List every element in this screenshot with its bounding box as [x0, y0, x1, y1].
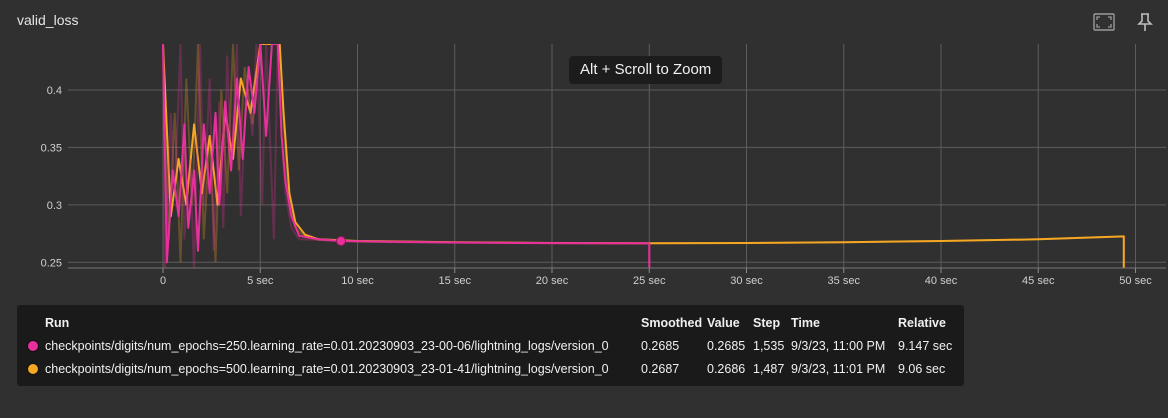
legend-row[interactable]: checkpoints/digits/num_epochs=500.learni… — [17, 358, 964, 380]
step-value: 1,535 — [753, 339, 785, 353]
y-tick-label: 0.35 — [41, 142, 62, 154]
x-tick-label: 0 — [160, 275, 166, 287]
chart-title: valid_loss — [17, 12, 79, 28]
x-tick-label: 35 sec — [828, 275, 861, 287]
relative-value: 9.06 sec — [898, 362, 946, 376]
smoothed-value: 0.2685 — [641, 339, 680, 353]
pin-icon[interactable] — [1133, 12, 1157, 32]
legend-header-step: Step — [753, 316, 781, 330]
time-value: 9/3/23, 11:00 PM — [791, 339, 886, 353]
legend-row[interactable]: checkpoints/digits/num_epochs=250.learni… — [17, 335, 964, 357]
run-name: checkpoints/digits/num_epochs=500.learni… — [45, 362, 609, 376]
y-tick-label: 0.4 — [47, 85, 62, 97]
legend-header-smoothed: Smoothed — [641, 316, 703, 330]
y-tick-label: 0.3 — [47, 200, 62, 212]
x-tick-label: 40 sec — [925, 275, 958, 287]
x-tick-label: 30 sec — [730, 275, 763, 287]
x-tick-label: 45 sec — [1022, 275, 1055, 287]
x-tick-label: 15 sec — [439, 275, 472, 287]
legend-header-time: Time — [791, 316, 820, 330]
x-tick-label: 5 sec — [247, 275, 274, 287]
x-tick-label: 10 sec — [341, 275, 374, 287]
smoothed-value: 0.2687 — [641, 362, 680, 376]
x-tick-label: 25 sec — [633, 275, 666, 287]
run-color-swatch — [27, 363, 39, 375]
fit-to-screen-icon[interactable] — [1092, 12, 1116, 32]
step-value: 1,487 — [753, 362, 785, 376]
x-tick-label: 20 sec — [536, 275, 569, 287]
run-name: checkpoints/digits/num_epochs=250.learni… — [45, 339, 609, 353]
legend-table: Run Smoothed Value Step Time Relative ch… — [17, 305, 964, 386]
legend-header-run: Run — [45, 316, 70, 330]
raw-value: 0.2686 — [707, 362, 746, 376]
zoom-hint-tooltip: Alt + Scroll to Zoom — [569, 56, 723, 84]
relative-value: 9.147 sec — [898, 339, 953, 353]
x-tick-label: 50 sec — [1119, 275, 1152, 287]
y-tick-label: 0.25 — [41, 257, 62, 269]
hover-point-marker — [335, 236, 346, 247]
legend-header-value: Value — [707, 316, 740, 330]
legend-header-relative: Relative — [898, 316, 946, 330]
time-value: 9/3/23, 11:01 PM — [791, 362, 886, 376]
raw-value: 0.2685 — [707, 339, 746, 353]
run-color-swatch — [27, 340, 39, 352]
